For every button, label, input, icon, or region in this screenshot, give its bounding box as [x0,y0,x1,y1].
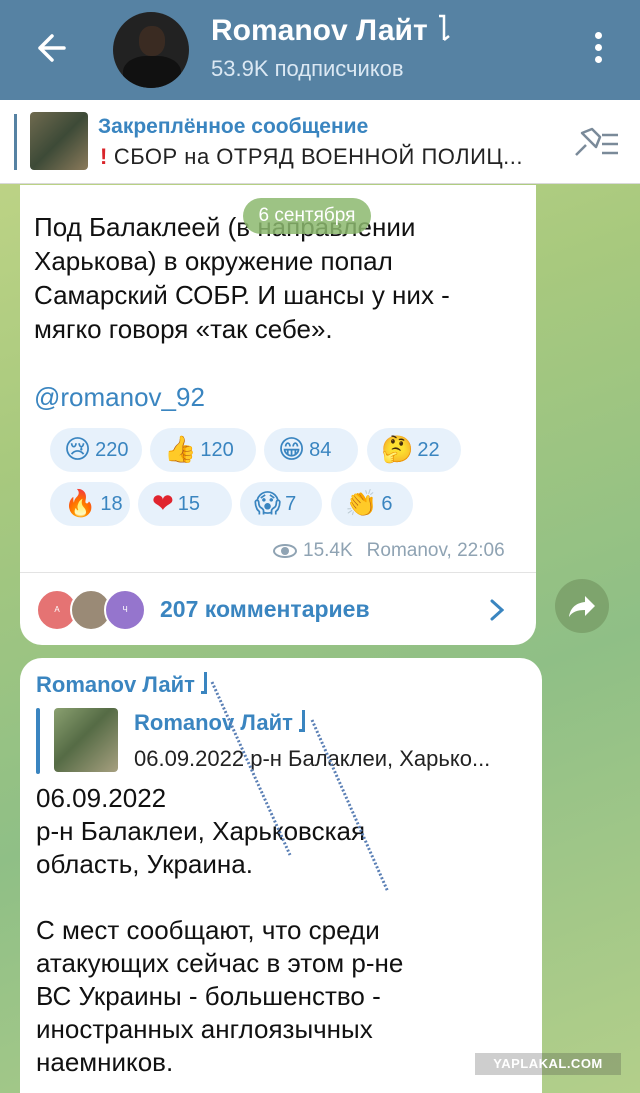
share-arrow-icon [569,596,595,617]
view-count: 15.4K [303,540,353,561]
share-button[interactable] [555,579,609,633]
views-eye-icon [273,544,297,558]
channel-title[interactable]: Romanov Лайт [211,14,452,48]
fire-icon: 🔥 [64,489,97,519]
channel-avatar[interactable] [113,12,189,88]
thumbs-up-icon: 👍 [164,435,197,465]
clapping-hands-icon: 👏 [345,489,378,519]
reaction-grin[interactable]: 😁 84 [264,428,358,472]
chat-header: Romanov Лайт 53.9K подписчиков [0,0,640,100]
watermark: YAPLAKAL.COM [475,1053,621,1075]
quote-thumbnail [54,708,118,772]
message-author[interactable]: Romanov Лайт [36,672,207,698]
reaction-fire[interactable]: 🔥 18 [50,482,130,526]
comments-button[interactable]: 207 комментариев [160,596,370,623]
pinned-indicator [14,114,17,170]
reaction-scream[interactable]: 😱 7 [240,482,322,526]
screaming-face-icon: 😱 [254,489,282,519]
reaction-thumbs-up[interactable]: 👍 120 [150,428,256,472]
exclamation-icon: ! [100,144,108,169]
more-menu-icon[interactable] [590,32,606,68]
quote-indicator [36,708,40,774]
message-meta: 15.4K Romanov, 22:06 [273,540,505,562]
reaction-crying[interactable]: 😢 220 [50,428,142,472]
scribble-marks [210,681,390,893]
pinned-message-bar[interactable] [0,100,640,184]
pinned-thumbnail [30,112,88,170]
commenter-avatar: Ч [104,589,146,631]
reaction-clap[interactable]: 👏 6 [331,482,413,526]
back-arrow-icon[interactable] [30,28,70,68]
date-pill: 6 сентября [243,198,371,234]
pinned-list-icon[interactable] [570,125,620,161]
pinned-text: ! СБОР на ОТРЯД ВОЕННОЙ ПОЛИЦ... [100,144,524,169]
author-time: Romanov, 22:06 [366,540,505,561]
reaction-thinking[interactable]: 🤔 22 [367,428,461,472]
heart-icon: ❤ [152,489,174,519]
divider [20,572,536,573]
reaction-heart[interactable]: ❤ 15 [138,482,232,526]
channel-link[interactable]: @romanov_92 [34,382,205,413]
chevron-right-icon[interactable] [490,599,504,621]
subscriber-count: 53.9K подписчиков [211,56,404,81]
thinking-face-icon: 🤔 [381,435,414,465]
grinning-face-icon: 😁 [278,435,306,465]
crying-face-icon: 😢 [64,435,92,465]
pinned-title: Закреплённое сообщение [98,115,369,138]
